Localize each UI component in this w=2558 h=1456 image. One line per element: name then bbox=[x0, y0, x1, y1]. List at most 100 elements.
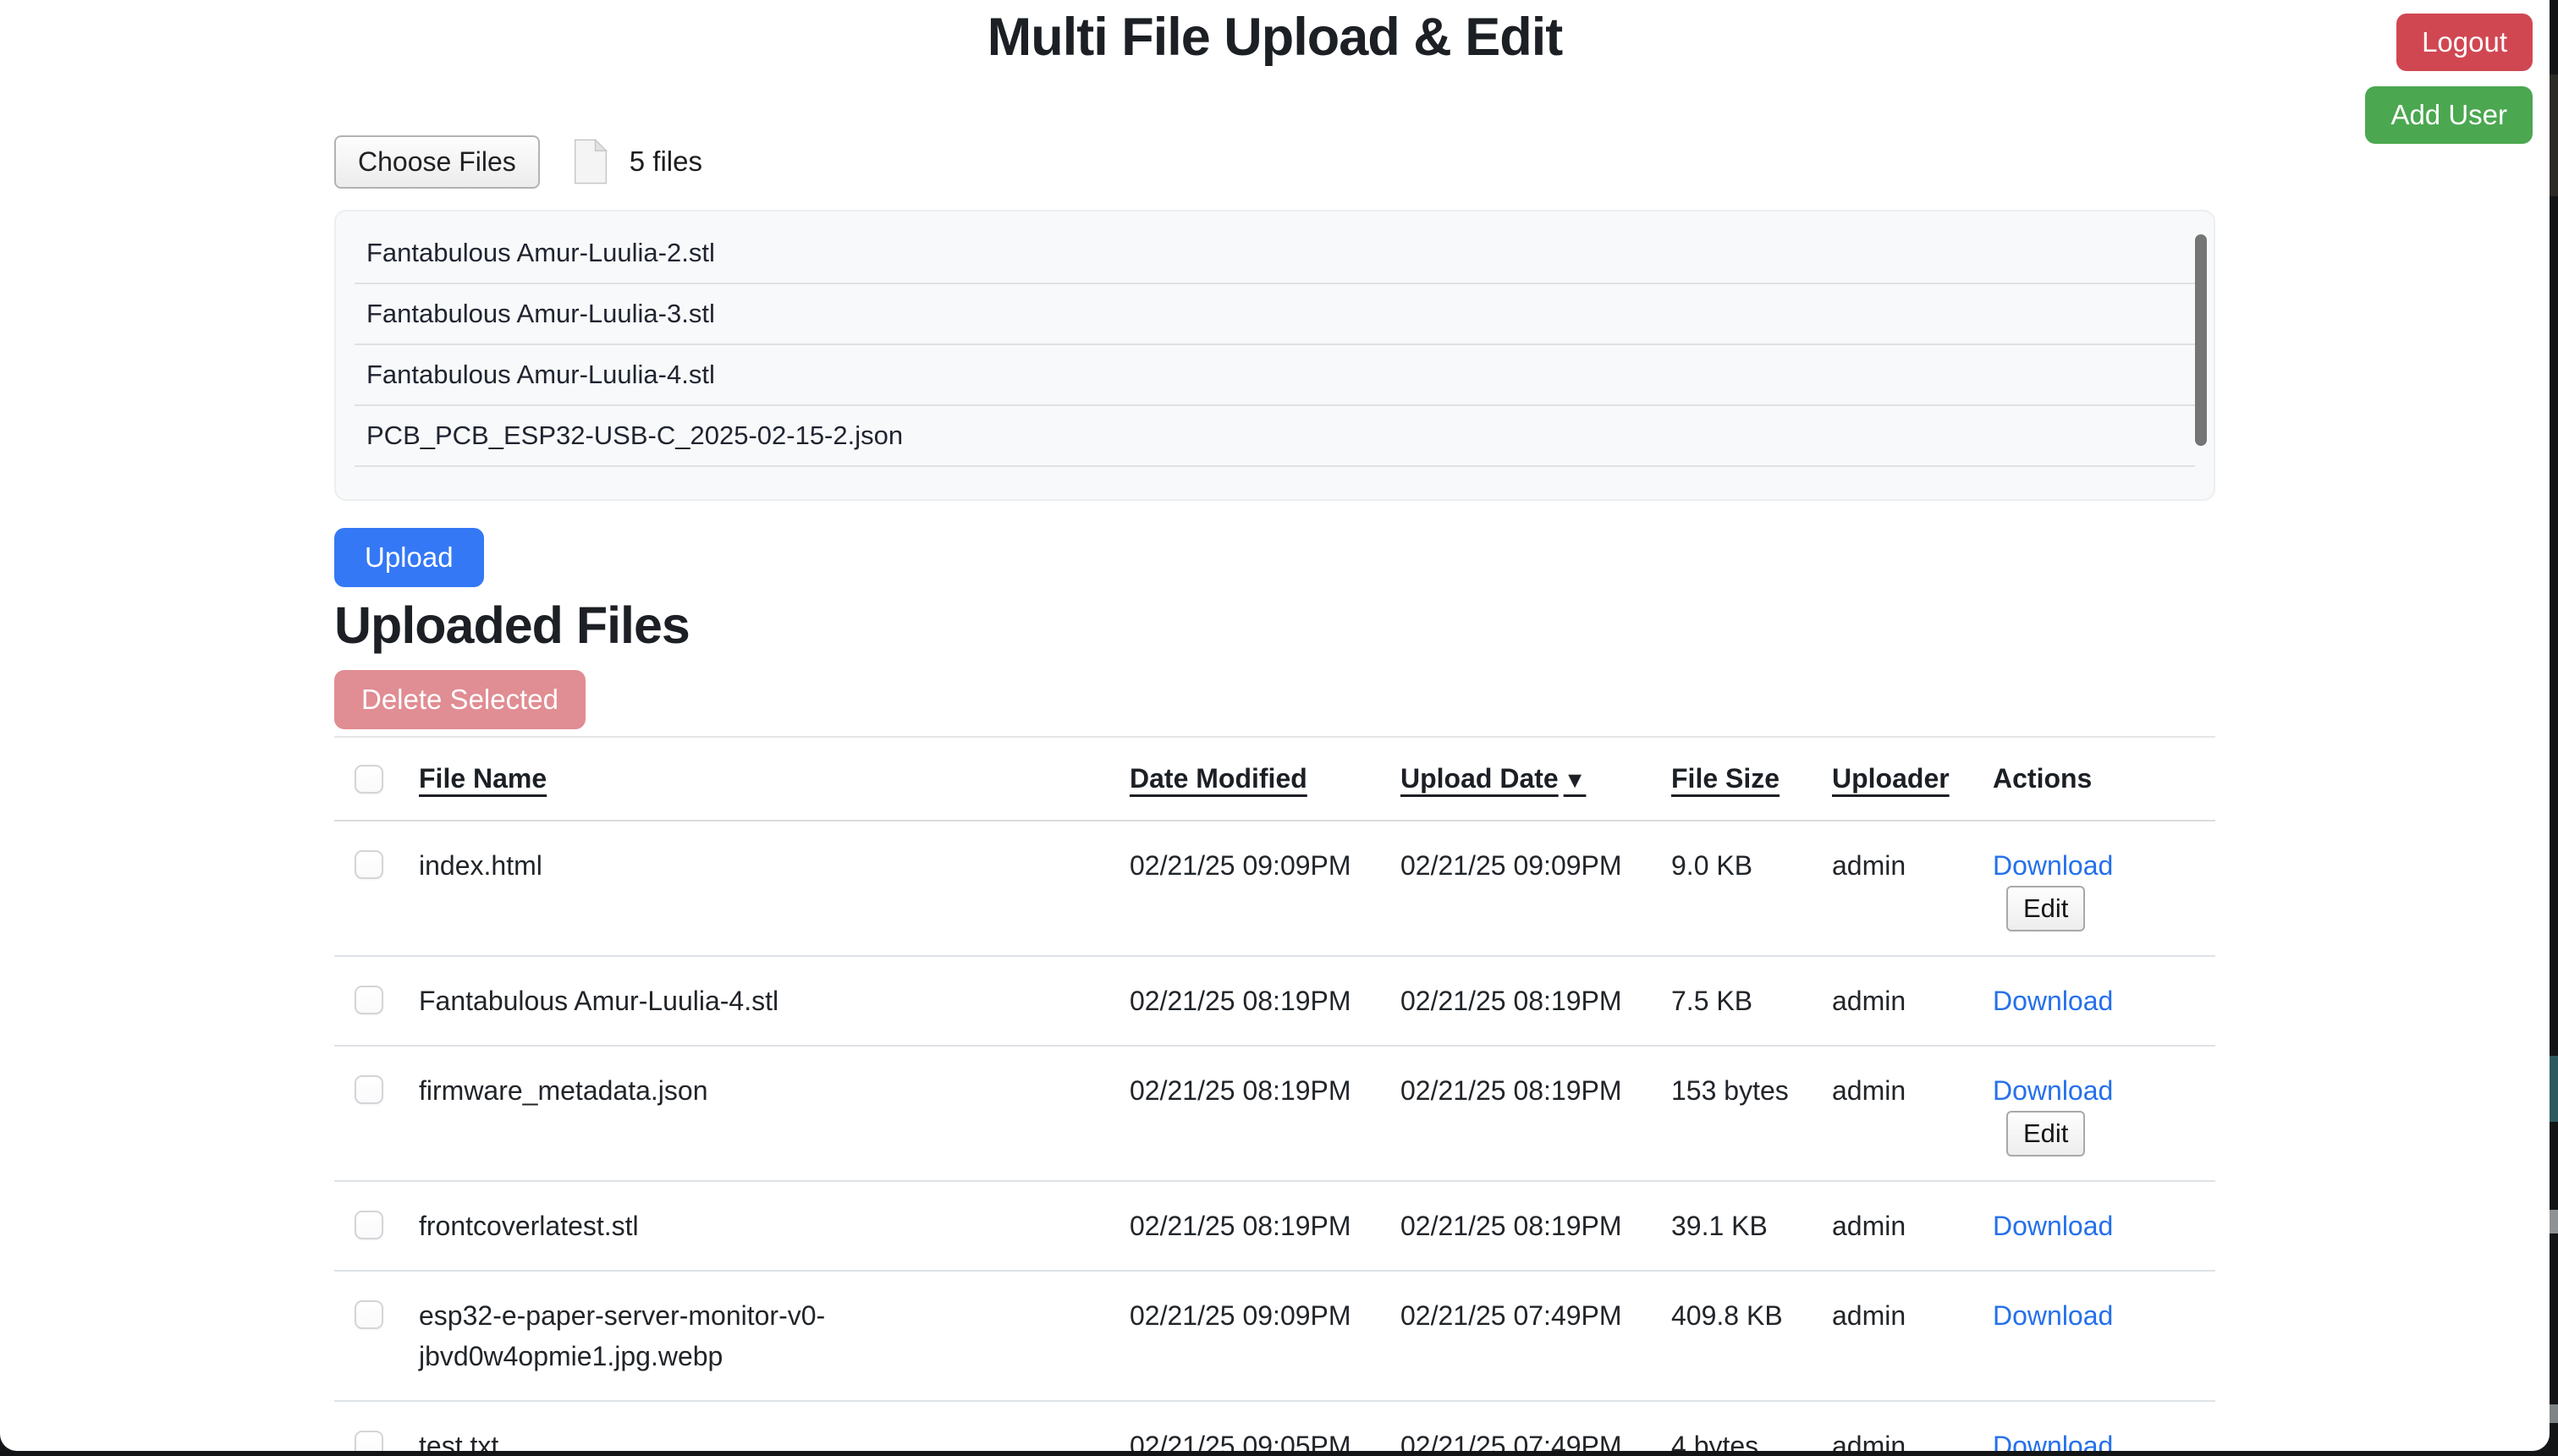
uploaded-files-table: File Name Date Modified Upload Date▼ File S… bbox=[334, 736, 2215, 1451]
background-window-fragment bbox=[2550, 1210, 2558, 1233]
sort-direction-icon: ▼ bbox=[1564, 767, 1587, 793]
page-title: Multi File Upload & Edit bbox=[0, 7, 2550, 68]
edit-button[interactable]: Edit bbox=[2006, 1111, 2085, 1157]
row-checkbox[interactable] bbox=[355, 986, 383, 1014]
upload-date: 02/21/25 09:09PM bbox=[1400, 850, 1622, 881]
background-window-edge bbox=[2550, 0, 2558, 1456]
actions-cell: DownloadEdit bbox=[1972, 1401, 2215, 1451]
actions-cell: Download bbox=[1972, 1181, 2215, 1271]
column-header-text: Uploader bbox=[1832, 763, 1950, 794]
selected-files-list: Fantabulous Amur-Luulia-2.stlFantabulous… bbox=[334, 210, 2215, 501]
uploader: admin bbox=[1832, 1075, 1906, 1106]
main-content: Choose Files 5 files Fantabulous Amur-Lu… bbox=[334, 80, 2215, 1451]
table-header-row: File Name Date Modified Upload Date▼ File S… bbox=[334, 737, 2215, 821]
file-size: 9.0 KB bbox=[1671, 850, 1752, 881]
file-size: 409.8 KB bbox=[1671, 1300, 1783, 1331]
document-icon bbox=[572, 138, 609, 185]
selected-file-item: Fantabulous Amur-Luulia-2.stl bbox=[355, 223, 2195, 284]
uploader: admin bbox=[1832, 1300, 1906, 1331]
file-input: Choose Files 5 files bbox=[334, 134, 2215, 190]
column-header-actions: Actions bbox=[1972, 737, 2215, 821]
column-header-label[interactable]: Upload Date▼ bbox=[1400, 763, 1586, 794]
row-checkbox[interactable] bbox=[355, 1431, 383, 1451]
row-checkbox[interactable] bbox=[355, 850, 383, 879]
download-link[interactable]: Download bbox=[1993, 1300, 2113, 1331]
date-modified: 02/21/25 09:09PM bbox=[1130, 1300, 1351, 1331]
uploader: admin bbox=[1832, 986, 1906, 1016]
download-link[interactable]: Download bbox=[1993, 1431, 2113, 1451]
table-row: firmware_metadata.json 02/21/25 08:19PM 02… bbox=[334, 1046, 2215, 1181]
date-modified: 02/21/25 09:05PM bbox=[1130, 1431, 1351, 1451]
column-header-label[interactable]: File Name bbox=[419, 763, 547, 794]
file-name: frontcoverlatest.stl bbox=[419, 1206, 639, 1246]
selected-files-count: 5 files bbox=[630, 146, 702, 178]
delete-selected-button[interactable]: Delete Selected bbox=[334, 670, 586, 729]
file-size: 39.1 KB bbox=[1671, 1211, 1768, 1241]
column-header-label[interactable]: File Size bbox=[1671, 763, 1780, 794]
upload-date: 02/21/25 08:19PM bbox=[1400, 1075, 1622, 1106]
uploader: admin bbox=[1832, 1211, 1906, 1241]
actions-cell: Download Edit bbox=[1972, 821, 2215, 956]
table-row: frontcoverlatest.stl 02/21/25 08:19PM 02/2… bbox=[334, 1181, 2215, 1271]
column-header-label[interactable]: Uploader bbox=[1832, 763, 1950, 794]
download-link[interactable]: Download bbox=[1993, 850, 2113, 881]
uploader: admin bbox=[1832, 1431, 1906, 1451]
logout-button[interactable]: Logout bbox=[2396, 14, 2533, 71]
upload-button[interactable]: Upload bbox=[334, 528, 484, 587]
uploaded-files-heading: Uploaded Files bbox=[334, 596, 2215, 655]
upload-date: 02/21/25 07:49PM bbox=[1400, 1431, 1622, 1451]
column-header-file-name[interactable]: File Name bbox=[399, 737, 1109, 821]
date-modified: 02/21/25 08:19PM bbox=[1130, 1211, 1351, 1241]
table-row: index.html 02/21/25 09:09PM 02/21/25 09:09… bbox=[334, 821, 2215, 956]
select-all-checkbox[interactable] bbox=[355, 765, 383, 794]
upload-date: 02/21/25 08:19PM bbox=[1400, 1211, 1622, 1241]
download-link[interactable]: Download bbox=[1993, 1211, 2113, 1241]
choose-files-button[interactable]: Choose Files bbox=[334, 135, 540, 189]
background-window-edge bbox=[0, 1451, 2558, 1456]
file-name: esp32-e-paper-server-monitor-v0-jbvd0w4o… bbox=[419, 1295, 1011, 1376]
file-name: test.txt bbox=[419, 1426, 498, 1451]
column-header-text: Actions bbox=[1993, 763, 2092, 794]
list-scrollbar[interactable] bbox=[2195, 234, 2207, 446]
row-checkbox[interactable] bbox=[355, 1300, 383, 1329]
file-name: Fantabulous Amur-Luulia-4.stl bbox=[419, 981, 778, 1021]
column-header-text: Date Modified bbox=[1130, 763, 1307, 794]
background-window-fragment bbox=[2550, 74, 2558, 196]
column-header-upload-date[interactable]: Upload Date▼ bbox=[1380, 737, 1651, 821]
select-all-header-cell bbox=[334, 737, 399, 821]
column-header-text: Upload Date bbox=[1400, 763, 1559, 794]
table-row: test.txt 02/21/25 09:05PM 02/21/25 07:49PM… bbox=[334, 1401, 2215, 1451]
row-checkbox[interactable] bbox=[355, 1211, 383, 1239]
file-name: firmware_metadata.json bbox=[419, 1070, 707, 1111]
actions-cell: Download bbox=[1972, 956, 2215, 1046]
column-header-label: Actions bbox=[1993, 763, 2092, 794]
background-window-fragment bbox=[2550, 1404, 2558, 1423]
file-name: index.html bbox=[419, 845, 542, 886]
column-header-date-modified[interactable]: Date Modified bbox=[1109, 737, 1380, 821]
selected-file-item: Fantabulous Amur-Luulia-3.stl bbox=[355, 284, 2195, 345]
table-row: Fantabulous Amur-Luulia-4.stl 02/21/25 08… bbox=[334, 956, 2215, 1046]
date-modified: 02/21/25 08:19PM bbox=[1130, 986, 1351, 1016]
download-link[interactable]: Download bbox=[1993, 1075, 2113, 1106]
file-size: 153 bytes bbox=[1671, 1075, 1789, 1106]
upload-date: 02/21/25 08:19PM bbox=[1400, 986, 1622, 1016]
edit-button[interactable]: Edit bbox=[2006, 886, 2085, 931]
add-user-button[interactable]: Add User bbox=[2365, 86, 2533, 144]
column-header-text: File Name bbox=[419, 763, 547, 794]
uploader: admin bbox=[1832, 850, 1906, 881]
date-modified: 02/21/25 09:09PM bbox=[1130, 850, 1351, 881]
background-window-fragment bbox=[2550, 1056, 2558, 1122]
page: Multi File Upload & Edit Logout Add User… bbox=[0, 0, 2550, 1451]
column-header-file-size[interactable]: File Size bbox=[1651, 737, 1812, 821]
selected-file-item: Fantabulous Amur-Luulia-4.stl bbox=[355, 345, 2195, 406]
file-size: 7.5 KB bbox=[1671, 986, 1752, 1016]
download-link[interactable]: Download bbox=[1993, 986, 2113, 1016]
actions-cell: Download bbox=[1972, 1271, 2215, 1401]
date-modified: 02/21/25 08:19PM bbox=[1130, 1075, 1351, 1106]
row-checkbox[interactable] bbox=[355, 1075, 383, 1104]
actions-cell: Download Edit bbox=[1972, 1046, 2215, 1181]
column-header-uploader[interactable]: Uploader bbox=[1812, 737, 1972, 821]
column-header-label[interactable]: Date Modified bbox=[1130, 763, 1307, 794]
upload-date: 02/21/25 07:49PM bbox=[1400, 1300, 1622, 1331]
file-size: 4 bytes bbox=[1671, 1431, 1758, 1451]
